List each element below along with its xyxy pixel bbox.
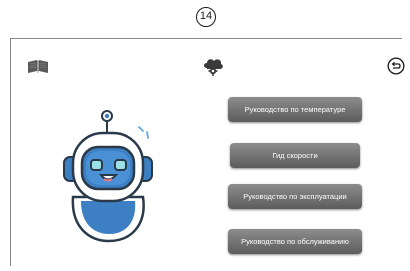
book-icon[interactable] xyxy=(27,59,49,75)
cloud-gear-icon[interactable] xyxy=(202,55,224,77)
operation-manual-button[interactable]: Руководство по эксплуатации xyxy=(228,184,362,209)
speed-guide-button[interactable]: Гид скорости xyxy=(230,143,360,168)
temperature-guide-button[interactable]: Руководство по температуре xyxy=(228,97,362,122)
maintenance-guide-button[interactable]: Руководство по обслуживанию xyxy=(228,229,362,254)
back-arrow-icon[interactable] xyxy=(387,57,405,75)
page-number: 14 xyxy=(196,7,216,27)
robot-icon xyxy=(63,110,153,243)
device-screen: Руководство по температуре Гид скорости … xyxy=(10,38,405,266)
